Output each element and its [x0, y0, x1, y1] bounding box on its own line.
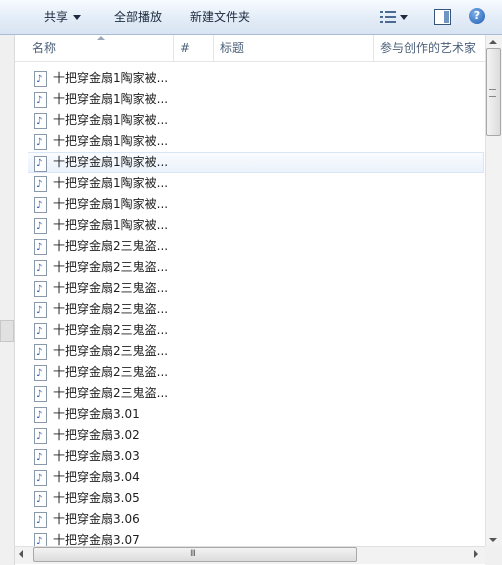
file-name: 十把穿金扇3.04	[53, 470, 140, 484]
chevron-down-icon[interactable]	[400, 15, 408, 20]
file-name: 十把穿金扇1陶家被...	[53, 155, 169, 169]
file-name: 十把穿金扇1陶家被...	[53, 176, 169, 190]
audio-file-icon	[34, 237, 47, 258]
file-name: 十把穿金扇2三鬼盗...	[53, 365, 169, 379]
audio-file-icon	[34, 111, 47, 132]
file-row[interactable]: 十把穿金扇3.07	[28, 530, 484, 546]
file-name: 十把穿金扇2三鬼盗...	[53, 323, 169, 337]
audio-file-icon	[34, 174, 47, 195]
scroll-grip-label: III	[190, 549, 196, 559]
file-name: 十把穿金扇1陶家被...	[53, 71, 169, 85]
column-name[interactable]: 名称	[15, 35, 183, 61]
column-header: 名称 # 标题 参与创作的艺术家	[15, 35, 486, 62]
file-row[interactable]: 十把穿金扇1陶家被...	[28, 152, 484, 173]
file-name: 十把穿金扇3.06	[53, 512, 140, 526]
file-name: 十把穿金扇2三鬼盗...	[53, 281, 169, 295]
column-number[interactable]: #	[173, 35, 210, 61]
file-row[interactable]: 十把穿金扇3.06	[28, 509, 484, 531]
audio-file-icon	[34, 216, 47, 237]
file-row[interactable]: 十把穿金扇3.05	[28, 488, 484, 510]
file-row[interactable]: 十把穿金扇2三鬼盗...	[28, 257, 484, 279]
file-row[interactable]: 十把穿金扇1陶家被...	[28, 194, 484, 216]
file-row[interactable]: 十把穿金扇1陶家被...	[28, 173, 484, 195]
share-label: 共享	[44, 10, 69, 24]
file-row[interactable]: 十把穿金扇3.03	[28, 446, 484, 468]
file-list: 十把穿金扇1陶家被... 十把穿金扇1陶家被... 十把穿金扇1陶家被... 十把穿金…	[28, 68, 484, 546]
audio-file-icon	[34, 195, 47, 216]
file-row[interactable]: 十把穿金扇1陶家被...	[28, 89, 484, 111]
audio-file-icon	[34, 510, 47, 531]
help-icon[interactable]: ?	[469, 8, 485, 24]
audio-file-icon	[34, 468, 47, 489]
file-name: 十把穿金扇2三鬼盗...	[53, 344, 169, 358]
scroll-down-icon[interactable]	[489, 538, 497, 542]
file-row[interactable]: 十把穿金扇2三鬼盗...	[28, 278, 484, 300]
view-options-icon	[380, 11, 396, 23]
audio-file-icon	[34, 132, 47, 153]
navigation-pane-edge	[0, 35, 15, 565]
file-row[interactable]: 十把穿金扇1陶家被...	[28, 131, 484, 153]
audio-file-icon	[34, 531, 47, 546]
file-name: 十把穿金扇2三鬼盗...	[53, 260, 169, 274]
horizontal-scroll-thumb[interactable]	[33, 547, 357, 562]
file-name: 十把穿金扇1陶家被...	[53, 92, 169, 106]
file-row[interactable]: 十把穿金扇2三鬼盗...	[28, 320, 484, 342]
sort-ascending-icon	[97, 36, 105, 40]
file-name: 十把穿金扇1陶家被...	[53, 218, 169, 232]
file-row[interactable]: 十把穿金扇1陶家被...	[28, 110, 484, 132]
audio-file-icon	[34, 426, 47, 447]
audio-file-icon	[34, 342, 47, 363]
file-row[interactable]: 十把穿金扇1陶家被...	[28, 68, 484, 90]
audio-file-icon	[34, 258, 47, 279]
file-name: 十把穿金扇2三鬼盗...	[53, 386, 169, 400]
audio-file-icon	[34, 384, 47, 405]
file-name: 十把穿金扇1陶家被...	[53, 197, 169, 211]
column-title[interactable]: 标题	[213, 35, 370, 61]
file-row[interactable]: 十把穿金扇1陶家被...	[28, 215, 484, 237]
column-name-label: 名称	[32, 41, 57, 55]
pane-splitter-handle[interactable]	[0, 320, 14, 342]
preview-pane-icon[interactable]	[434, 9, 451, 25]
file-name: 十把穿金扇3.01	[53, 407, 140, 421]
file-row[interactable]: 十把穿金扇3.01	[28, 404, 484, 426]
audio-file-icon	[34, 363, 47, 384]
file-row[interactable]: 十把穿金扇2三鬼盗...	[28, 236, 484, 258]
file-name: 十把穿金扇3.02	[53, 428, 140, 442]
scroll-right-icon[interactable]	[474, 550, 478, 558]
scroll-grip-icon	[489, 89, 496, 97]
file-row[interactable]: 十把穿金扇3.02	[28, 425, 484, 447]
file-name: 十把穿金扇3.03	[53, 449, 140, 463]
file-name: 十把穿金扇3.07	[53, 533, 140, 546]
audio-file-icon	[34, 489, 47, 510]
file-row[interactable]: 十把穿金扇2三鬼盗...	[28, 299, 484, 321]
file-name: 十把穿金扇2三鬼盗...	[53, 302, 169, 316]
chevron-down-icon	[73, 15, 82, 20]
new-folder-button[interactable]: 新建文件夹	[190, 0, 250, 34]
file-row[interactable]: 十把穿金扇2三鬼盗...	[28, 383, 484, 405]
play-all-button[interactable]: 全部播放	[114, 0, 162, 34]
file-name: 十把穿金扇3.05	[53, 491, 140, 505]
scrollbar-corner	[485, 546, 502, 565]
scroll-up-icon[interactable]	[489, 40, 497, 44]
file-name: 十把穿金扇1陶家被...	[53, 113, 169, 127]
file-row[interactable]: 十把穿金扇2三鬼盗...	[28, 341, 484, 363]
audio-file-icon	[34, 279, 47, 300]
share-button[interactable]: 共享	[44, 0, 82, 34]
file-row[interactable]: 十把穿金扇2三鬼盗...	[28, 362, 484, 384]
file-name: 十把穿金扇2三鬼盗...	[53, 239, 169, 253]
audio-file-icon	[34, 69, 47, 90]
file-name: 十把穿金扇1陶家被...	[53, 134, 169, 148]
audio-file-icon	[34, 405, 47, 426]
audio-file-icon	[34, 90, 47, 111]
column-artist[interactable]: 参与创作的艺术家	[373, 35, 486, 61]
audio-file-icon	[34, 154, 47, 173]
audio-file-icon	[34, 300, 47, 321]
scroll-left-icon[interactable]	[19, 550, 23, 558]
file-row[interactable]: 十把穿金扇3.04	[28, 467, 484, 489]
audio-file-icon	[34, 321, 47, 342]
command-bar: 共享 全部播放 新建文件夹 ?	[0, 0, 502, 35]
audio-file-icon	[34, 447, 47, 468]
